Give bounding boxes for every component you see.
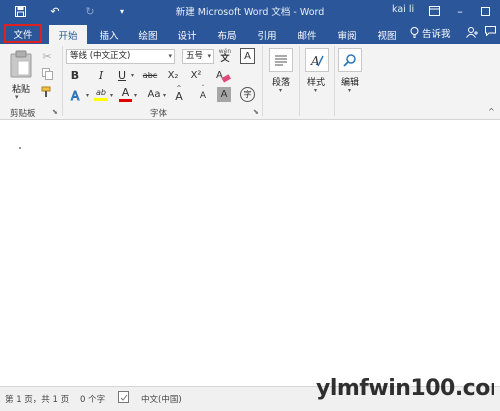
- ribbon-display-options-icon[interactable]: [426, 3, 442, 19]
- customize-qat-icon[interactable]: ▾: [114, 3, 130, 19]
- tab-insert[interactable]: 插入: [92, 25, 126, 44]
- language-indicator[interactable]: 中文(中国): [141, 393, 182, 405]
- underline-dropdown-icon[interactable]: ▾: [131, 72, 134, 79]
- maximize-icon[interactable]: [477, 3, 493, 19]
- ribbon-tabs: 文件 开始 插入 绘图 设计 布局 引用 邮件 审阅 视图 告诉我: [0, 22, 500, 44]
- document-canvas[interactable]: [0, 121, 500, 386]
- font-color-icon[interactable]: A: [118, 86, 133, 103]
- text-effects-icon[interactable]: A: [68, 87, 86, 103]
- bold-button[interactable]: B: [68, 68, 82, 82]
- share-user-icon[interactable]: [466, 27, 478, 41]
- paragraph-dropdown-icon[interactable]: ▾: [279, 87, 282, 94]
- word-count[interactable]: 0 个字: [80, 393, 105, 405]
- paste-dropdown-icon[interactable]: ▾: [15, 93, 19, 101]
- divider: [299, 46, 300, 116]
- minimize-icon[interactable]: –: [452, 3, 468, 19]
- comments-icon[interactable]: [485, 26, 496, 39]
- tell-me-box[interactable]: 告诉我: [422, 26, 451, 40]
- highlight-color-icon[interactable]: ab: [93, 86, 109, 103]
- font-launcher-icon[interactable]: ⬊: [253, 108, 259, 116]
- paragraph-icon[interactable]: [269, 48, 293, 72]
- tab-file[interactable]: 文件: [4, 24, 42, 43]
- styles-dropdown-icon[interactable]: ▾: [314, 87, 317, 94]
- tab-view[interactable]: 视图: [370, 25, 404, 44]
- enclose-character-icon[interactable]: A: [240, 48, 255, 64]
- tab-draw[interactable]: 绘图: [131, 25, 165, 44]
- divider: [334, 46, 335, 116]
- undo-icon[interactable]: ↶: [47, 3, 63, 19]
- tab-references[interactable]: 引用: [250, 25, 284, 44]
- clear-formatting-icon[interactable]: A: [214, 67, 232, 83]
- paste-icon[interactable]: [8, 48, 34, 80]
- svg-text:ylmfwin100.com: ylmfwin100.com: [316, 376, 494, 401]
- tab-design[interactable]: 设计: [170, 25, 204, 44]
- tab-mailings[interactable]: 邮件: [290, 25, 324, 44]
- copy-icon[interactable]: [40, 67, 54, 81]
- superscript-button[interactable]: X²: [188, 68, 204, 82]
- enclose-char-circle-icon[interactable]: 字: [240, 87, 255, 102]
- text-cursor: [19, 147, 21, 149]
- shrink-font-icon[interactable]: ˇA: [196, 85, 210, 102]
- search-icon[interactable]: [338, 48, 362, 72]
- clipboard-launcher-icon[interactable]: ⬊: [52, 108, 58, 116]
- user-name[interactable]: kai li: [392, 4, 414, 15]
- styles-icon[interactable]: A: [305, 48, 329, 72]
- divider: [262, 46, 263, 116]
- watermark-graphic: ylmfwin100.com: [316, 376, 500, 401]
- window-title: 新建 Microsoft Word 文档 - Word: [175, 7, 325, 18]
- title-bar: ↶ ↻ ▾ 新建 Microsoft Word 文档 - Word kai li…: [0, 0, 500, 22]
- character-shading-icon[interactable]: A: [217, 87, 231, 102]
- strikethrough-button[interactable]: abc: [141, 68, 159, 82]
- tab-layout[interactable]: 布局: [210, 25, 244, 44]
- svg-text:A: A: [216, 70, 223, 81]
- font-group-label: 字体: [150, 109, 168, 119]
- format-painter-icon[interactable]: [40, 85, 54, 99]
- editing-dropdown-icon[interactable]: ▾: [348, 87, 351, 94]
- tab-home[interactable]: 开始: [49, 25, 87, 44]
- cut-icon[interactable]: ✂: [40, 49, 54, 63]
- subscript-button[interactable]: X₂: [165, 68, 181, 82]
- change-case-button[interactable]: Aa: [145, 87, 163, 101]
- lightbulb-icon[interactable]: [410, 27, 419, 41]
- collapse-ribbon-icon[interactable]: ^: [488, 107, 495, 116]
- svg-text:A: A: [71, 89, 80, 103]
- font-color-dropdown-icon[interactable]: ▾: [134, 92, 137, 99]
- text-effects-dropdown-icon[interactable]: ▾: [86, 92, 89, 99]
- phonetic-guide-icon[interactable]: wén 文: [217, 48, 233, 64]
- grow-font-icon[interactable]: ^ A: [172, 85, 186, 102]
- tab-review[interactable]: 审阅: [330, 25, 364, 44]
- page-count[interactable]: 第 1 页，共 1 页: [5, 393, 69, 405]
- font-name-select[interactable]: 等线 (中文正文) ▾: [66, 49, 175, 64]
- font-size-select[interactable]: 五号 ▾: [182, 49, 214, 64]
- save-icon[interactable]: [12, 3, 28, 19]
- ribbon-home: 粘贴 ▾ ✂ 剪贴板 ⬊ 等线 (中文正文) ▾ 五号 ▾ wén 文 A B I U…: [0, 44, 500, 120]
- proofing-icon[interactable]: [118, 391, 130, 406]
- highlight-dropdown-icon[interactable]: ▾: [110, 92, 113, 99]
- change-case-dropdown-icon[interactable]: ▾: [163, 92, 166, 99]
- underline-button[interactable]: U: [115, 68, 129, 82]
- watermark-logo: ylmfwin100.com: [314, 371, 500, 407]
- divider: [62, 46, 63, 116]
- italic-button[interactable]: I: [94, 68, 108, 82]
- redo-icon[interactable]: ↻: [82, 3, 98, 19]
- clipboard-group-label: 剪贴板: [10, 109, 36, 119]
